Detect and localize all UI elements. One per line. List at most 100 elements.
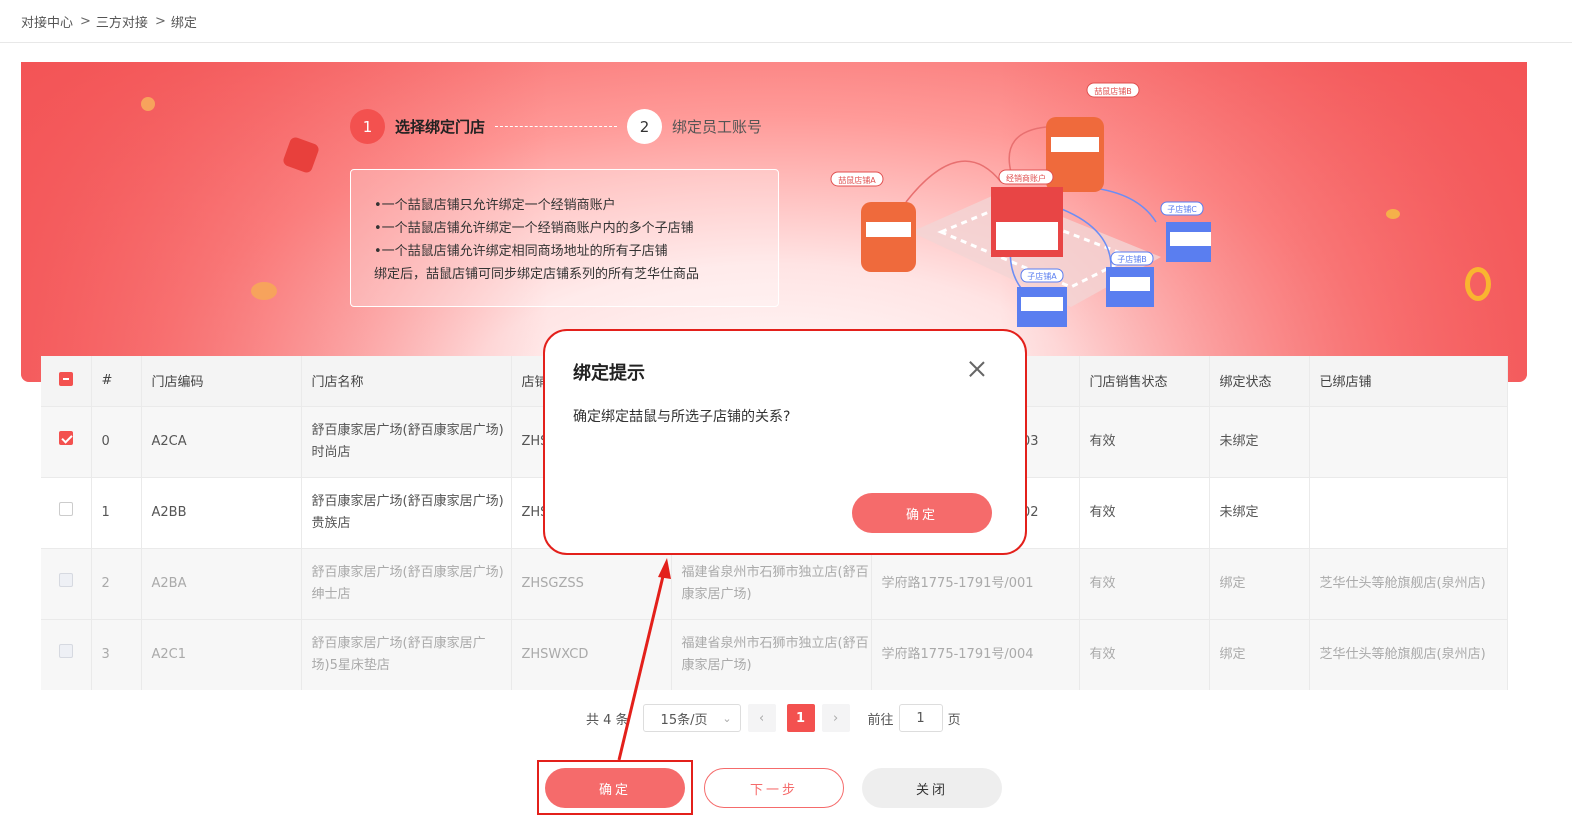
bind-confirm-dialog: 绑定提示 确定绑定喆鼠与所选子店铺的关系? 确定 — [543, 329, 1027, 555]
page-unit-label: 页 — [947, 712, 961, 728]
sales-status: 有效 — [1079, 405, 1210, 477]
store-b-awning — [1051, 137, 1099, 152]
step-2-label: 绑定员工账号 — [672, 118, 763, 136]
page-number-current[interactable]: 1 — [786, 704, 815, 732]
store-name: 舒百康家居广场(舒百康家居广场)时尚店 — [301, 405, 512, 477]
store-name: 舒百康家居广场(舒百康家居广场)绅士店 — [301, 547, 512, 619]
bound-shop: 芝华仕头等舱旗舰店(泉州店) — [1309, 547, 1508, 619]
column-header-index: # — [91, 356, 142, 406]
decorative-swirl — [1465, 267, 1491, 301]
store-a-tag-text: 喆鼠店铺A — [838, 175, 876, 185]
chevron-down-icon: ⌄ — [722, 711, 732, 725]
bound-shop — [1309, 476, 1508, 548]
shop-code: ZHSGZSS — [511, 547, 672, 619]
row-select-cell — [41, 618, 92, 690]
stepper: 1 选择绑定门店 2 绑定员工账号 — [350, 109, 762, 144]
row-index: 3 — [91, 618, 142, 690]
sub-store-a-awning — [1021, 297, 1063, 311]
table-row: 2 A2BA 舒百康家居广场(舒百康家居广场)绅士店 ZHSGZSS 福建省泉州… — [41, 547, 1508, 619]
store-code: A2C1 — [141, 618, 302, 690]
address: 福建省泉州市石狮市独立店(舒百康家居广场) — [671, 618, 872, 690]
store-name: 舒百康家居广场(舒百康家居广场)贵族店 — [301, 476, 512, 548]
row-select-cell[interactable] — [41, 405, 92, 477]
row-select-cell[interactable] — [41, 476, 92, 548]
bind-status: 未绑定 — [1209, 476, 1310, 548]
sub-store-c-awning — [1170, 232, 1211, 246]
decorative-coin — [251, 282, 277, 300]
dealer-awning — [996, 222, 1058, 250]
step-connector — [495, 126, 618, 127]
sales-status: 有效 — [1079, 476, 1210, 548]
sales-status: 有效 — [1079, 618, 1210, 690]
step-1-circle: 1 — [350, 109, 385, 144]
row-index: 1 — [91, 476, 142, 548]
select-all-checkbox[interactable] — [59, 371, 73, 386]
row-index: 0 — [91, 405, 142, 477]
shop-code: ZHSWXCD — [511, 618, 672, 690]
column-header-sales-status: 门店销售状态 — [1079, 356, 1210, 406]
sub-store-b-tag-text: 子店铺B — [1117, 254, 1147, 264]
dealer-tag-text: 经销商账户 — [1006, 173, 1046, 183]
close-icon[interactable] — [965, 357, 989, 381]
rule-line: •一个喆鼠店铺允许绑定一个经销商账户内的多个子店铺 — [374, 221, 694, 236]
row-checkbox-disabled — [59, 572, 73, 587]
decorative-envelope — [281, 135, 321, 175]
next-step-button[interactable]: 下一步 — [704, 768, 844, 808]
breadcrumb: 对接中心 > 三方对接 > 绑定 — [0, 0, 1572, 43]
chevron-right-icon: › — [832, 710, 839, 726]
rule-line: •一个喆鼠店铺允许绑定相同商场地址的所有子店铺 — [374, 244, 668, 259]
sub-store-b-awning — [1110, 277, 1150, 291]
annotation-highlight-box — [537, 760, 693, 815]
row-checkbox[interactable] — [59, 501, 73, 516]
row-checkbox-disabled — [59, 643, 73, 658]
sub-store-c-tag-text: 子店铺C — [1167, 204, 1197, 214]
bind-status: 未绑定 — [1209, 405, 1310, 477]
breadcrumb-separator: > — [80, 13, 91, 29]
breadcrumb-item-third-party[interactable]: 三方对接 — [96, 12, 148, 31]
bound-shop — [1309, 405, 1508, 477]
rule-line: •一个喆鼠店铺只允许绑定一个经销商账户 — [374, 198, 616, 213]
column-header-store-code: 门店编码 — [141, 356, 302, 406]
bind-status: 绑定 — [1209, 618, 1310, 690]
breadcrumb-separator: > — [154, 13, 166, 29]
step-2-circle: 2 — [627, 109, 663, 144]
detail-address: 学府路1775-1791号/001 — [871, 547, 1080, 619]
address: 福建省泉州市石狮市独立店(舒百康家居广场) — [671, 547, 872, 619]
store-code: A2BA — [141, 547, 302, 619]
bound-shop: 芝华仕头等舱旗舰店(泉州店) — [1309, 618, 1508, 690]
row-index: 2 — [91, 547, 142, 619]
store-b-kiosk — [1046, 117, 1104, 192]
step-1-label: 选择绑定门店 — [395, 118, 486, 136]
select-all-cell[interactable] — [41, 356, 92, 406]
dialog-confirm-button[interactable]: 确定 — [852, 493, 992, 533]
page-size-value: 15条/页 — [660, 712, 708, 728]
row-checkbox[interactable] — [59, 430, 73, 445]
store-binding-illustration: 喆鼠店铺A 喆鼠店铺B 经销商账户 子店铺A 子店铺B 子店铺C — [830, 82, 1211, 327]
binding-rules-box: •一个喆鼠店铺只允许绑定一个经销商账户 •一个喆鼠店铺允许绑定一个经销商账户内的… — [350, 169, 779, 307]
page-size-select[interactable]: 15条/页 ⌄ — [642, 704, 741, 732]
total-count: 共 4 条 — [586, 712, 629, 728]
row-select-cell — [41, 547, 92, 619]
chevron-left-icon: ‹ — [758, 710, 765, 726]
decorative-coin — [1386, 209, 1400, 219]
column-header-bound-shop: 已绑店铺 — [1309, 356, 1508, 406]
store-code: A2BB — [141, 476, 302, 548]
goto-page-input[interactable]: 1 — [898, 704, 943, 732]
store-code: A2CA — [141, 405, 302, 477]
column-header-store-name: 门店名称 — [301, 356, 512, 406]
store-name: 舒百康家居广场(舒百康家居广场)5星床垫店 — [301, 618, 512, 690]
next-page-button[interactable]: › — [821, 704, 850, 732]
pagination: 共 4 条 15条/页 ⌄ ‹ 1 › 前往 1 页 — [586, 704, 961, 732]
prev-page-button[interactable]: ‹ — [747, 704, 776, 732]
close-button[interactable]: 关闭 — [862, 768, 1002, 808]
dialog-title: 绑定提示 — [573, 363, 645, 384]
detail-address: 学府路1775-1791号/004 — [871, 618, 1080, 690]
breadcrumb-item-docking-center[interactable]: 对接中心 — [21, 12, 73, 31]
bind-status: 绑定 — [1209, 547, 1310, 619]
breadcrumb-item-bind: 绑定 — [170, 15, 197, 31]
sales-status: 有效 — [1079, 547, 1210, 619]
sub-store-a-tag-text: 子店铺A — [1027, 271, 1057, 281]
store-b-tag-text: 喆鼠店铺B — [1094, 86, 1132, 96]
dialog-message: 确定绑定喆鼠与所选子店铺的关系? — [573, 409, 791, 425]
store-a-awning — [866, 222, 911, 237]
